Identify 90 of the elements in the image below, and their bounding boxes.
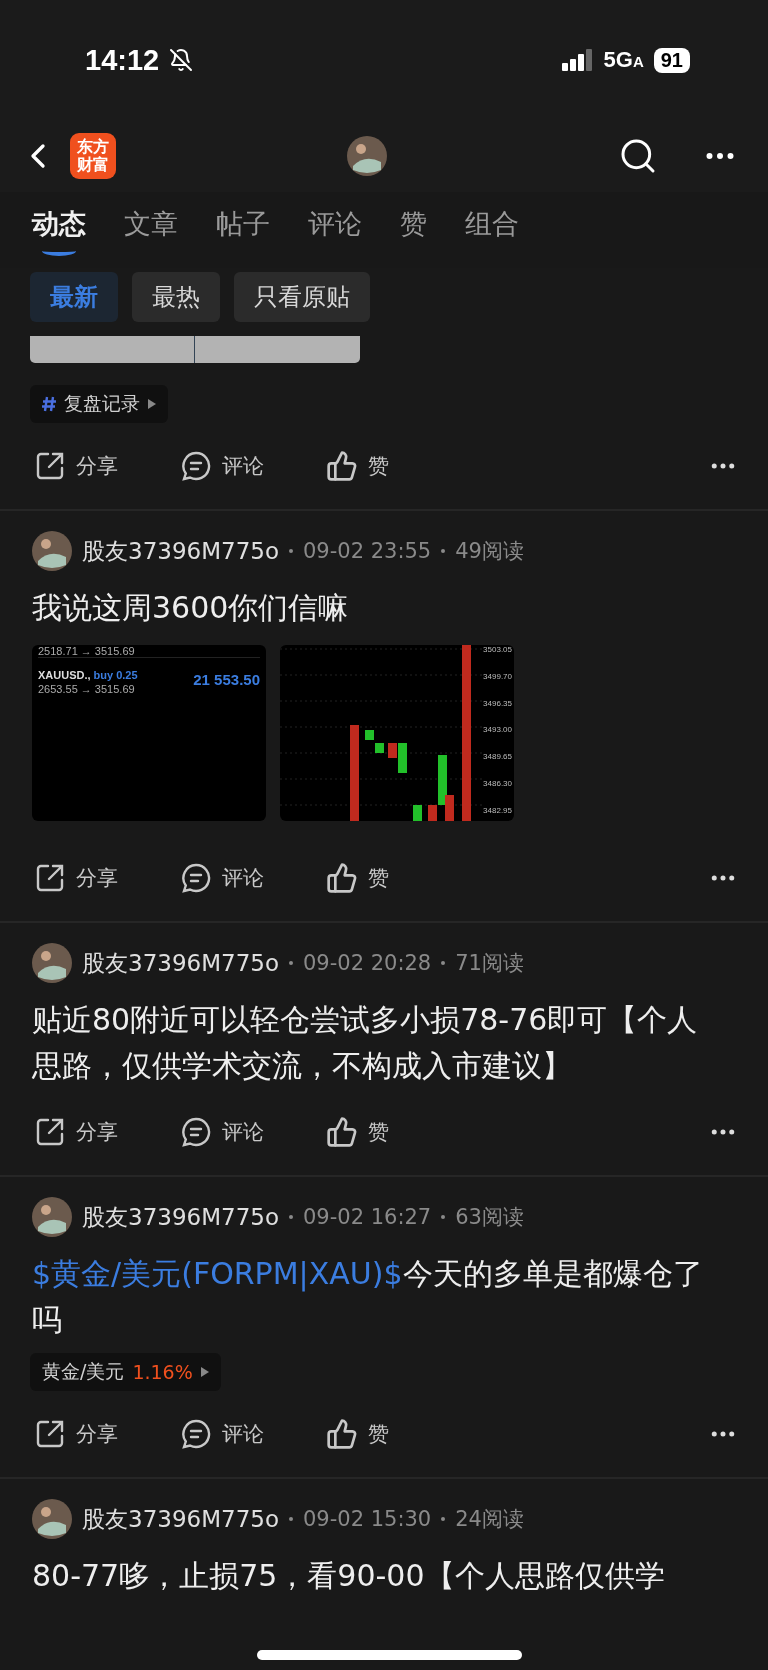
profile-tab[interactable]: 赞 bbox=[400, 206, 427, 268]
username[interactable]: 股友37396M775o bbox=[82, 1503, 279, 1535]
price-tick: 3493.00 bbox=[483, 725, 512, 735]
comment-icon bbox=[180, 1418, 212, 1450]
profile-tab[interactable]: 评论 bbox=[308, 206, 362, 268]
like-button[interactable]: 赞 bbox=[326, 862, 389, 894]
post-text: 贴近80附近可以轻仓尝试多小损78-76即可【个人思路，仅供学术交流，不构成入市建议】 bbox=[31, 1001, 699, 1085]
comment-icon bbox=[180, 450, 212, 482]
like-icon bbox=[326, 1418, 358, 1450]
separator-dot bbox=[289, 1517, 293, 1521]
avatar[interactable] bbox=[347, 136, 387, 176]
trade-profit: 21 553.50 bbox=[193, 671, 260, 688]
candle bbox=[365, 730, 374, 740]
post-time: 09-02 20:28 bbox=[303, 951, 432, 975]
comment-icon bbox=[180, 1116, 212, 1148]
trade-screenshot[interactable]: 2518.71 → 3515.69 XAUUSD., buy 0.25 2653.55 → 3515.69 21 553.50 bbox=[32, 645, 266, 821]
price-tick: 3503.05 bbox=[483, 645, 512, 654]
network-label: 5GA bbox=[603, 47, 644, 73]
post-text: 我说这周3600你们信嘛 bbox=[31, 589, 350, 627]
trade-price-line: 2653.55 → 3515.69 bbox=[38, 683, 136, 695]
caret-icon bbox=[148, 399, 156, 409]
separator-dot bbox=[441, 549, 446, 553]
comment-icon bbox=[180, 862, 212, 894]
like-icon bbox=[326, 450, 358, 482]
price-tick: 3499.70 bbox=[483, 671, 512, 681]
filter-chip[interactable]: 最热 bbox=[132, 272, 220, 322]
avatar[interactable] bbox=[32, 1197, 72, 1237]
like-icon bbox=[326, 862, 358, 894]
trade-price-line: 2518.71 → 3515.69 bbox=[38, 645, 136, 657]
read-count: 24阅读 bbox=[455, 1506, 524, 1533]
app-logo: 东方 财富 bbox=[70, 133, 116, 179]
comment-button[interactable]: 评论 bbox=[180, 1116, 264, 1148]
separator-dot bbox=[441, 1517, 446, 1521]
post-time: 09-02 23:55 bbox=[303, 539, 432, 563]
status-time: 14:12 bbox=[85, 43, 160, 77]
share-icon bbox=[34, 1418, 66, 1450]
stock-link[interactable]: $黄金/美元(FORPM|XAU)$ bbox=[32, 1256, 403, 1291]
price-tick: 3482.95 bbox=[483, 805, 512, 815]
profile-tab[interactable]: 文章 bbox=[124, 206, 178, 268]
profile-tab[interactable]: 帖子 bbox=[216, 206, 270, 268]
separator-dot bbox=[289, 961, 293, 965]
signal-icon bbox=[561, 49, 594, 71]
filter-chip[interactable]: 最新 bbox=[30, 272, 118, 322]
separator-dot bbox=[441, 961, 446, 965]
avatar[interactable] bbox=[32, 943, 72, 983]
caret-icon bbox=[200, 1367, 209, 1377]
post-text: 80-77哆，止损75，看90-00【个人思路仅供学 bbox=[31, 1557, 666, 1595]
candle bbox=[413, 805, 422, 821]
comment-button[interactable]: 评论 bbox=[180, 862, 264, 894]
comment-button[interactable]: 评论 bbox=[180, 450, 264, 482]
read-count: 63阅读 bbox=[455, 1204, 524, 1231]
profile-tab[interactable]: 组合 bbox=[465, 206, 519, 268]
avatar[interactable] bbox=[32, 531, 72, 571]
stock-tag[interactable]: 黄金/美元 1.16% bbox=[30, 1353, 221, 1391]
share-button[interactable]: 分享 bbox=[34, 1418, 118, 1450]
filter-chip[interactable]: 只看原贴 bbox=[234, 272, 370, 322]
separator-dot bbox=[289, 549, 293, 553]
username[interactable]: 股友37396M775o bbox=[82, 1201, 279, 1233]
price-tick: 3489.65 bbox=[483, 752, 512, 762]
username[interactable]: 股友37396M775o bbox=[82, 535, 279, 567]
like-button[interactable]: 赞 bbox=[326, 1418, 389, 1450]
read-count: 71阅读 bbox=[455, 950, 524, 977]
candle bbox=[375, 743, 384, 753]
share-button[interactable]: 分享 bbox=[34, 862, 118, 894]
post-time: 09-02 15:30 bbox=[303, 1507, 432, 1531]
share-button[interactable]: 分享 bbox=[34, 450, 118, 482]
post-time: 09-02 16:27 bbox=[303, 1205, 432, 1229]
price-tick: 3496.35 bbox=[483, 698, 512, 708]
post-text: $黄金/美元(FORPM|XAU)$今天的多单是都爆仓了吗 bbox=[31, 1255, 704, 1339]
separator-dot bbox=[441, 1215, 446, 1219]
like-button[interactable]: 赞 bbox=[326, 450, 389, 482]
topic-tag[interactable]: 复盘记录 bbox=[30, 385, 168, 423]
chart-screenshot[interactable]: 3503.05 3499.70 3496.35 3493.00 3489.65 3486.30 3482.95 bbox=[280, 645, 514, 821]
profile-tab[interactable]: 动态 bbox=[32, 206, 86, 268]
separator-dot bbox=[289, 1215, 293, 1219]
battery-level: 91 bbox=[653, 47, 690, 73]
share-icon bbox=[34, 862, 66, 894]
share-icon bbox=[34, 1116, 66, 1148]
comment-button[interactable]: 评论 bbox=[180, 1418, 264, 1450]
bell-off-icon bbox=[169, 48, 194, 72]
like-icon bbox=[326, 1116, 358, 1148]
trade-symbol: XAUUSD., buy 0.25 bbox=[38, 668, 138, 683]
like-button[interactable]: 赞 bbox=[326, 1116, 389, 1148]
share-icon bbox=[34, 450, 66, 482]
hash-icon bbox=[42, 396, 56, 412]
price-tick: 3486.30 bbox=[483, 779, 512, 789]
share-button[interactable]: 分享 bbox=[34, 1116, 118, 1148]
avatar[interactable] bbox=[32, 1499, 72, 1539]
read-count: 49阅读 bbox=[455, 538, 524, 565]
username[interactable]: 股友37396M775o bbox=[82, 947, 279, 979]
